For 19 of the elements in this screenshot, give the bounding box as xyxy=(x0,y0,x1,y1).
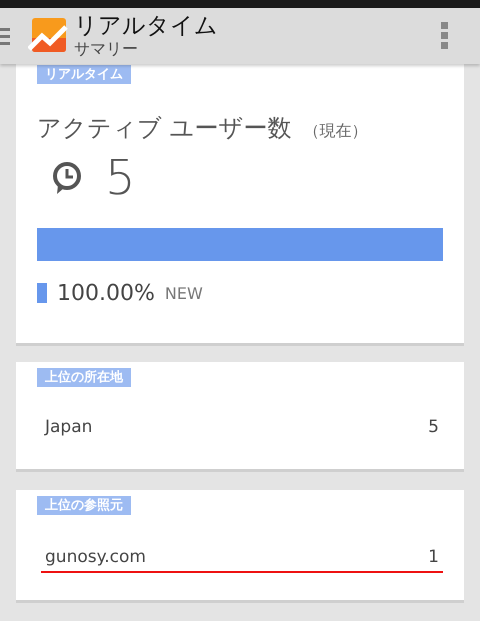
legend-swatch xyxy=(37,283,47,304)
row-value: 1 xyxy=(428,547,439,568)
card-label: 上位の所在地 xyxy=(37,368,131,387)
heading-qualifier: （現在） xyxy=(304,120,368,142)
legend-value: 100.00% xyxy=(57,280,155,306)
card-label: リアルタイム xyxy=(37,64,131,84)
chart-logo-icon[interactable] xyxy=(28,18,68,54)
menu-icon[interactable] xyxy=(0,26,10,46)
row-name: Japan xyxy=(45,416,92,437)
clock-icon xyxy=(51,160,83,195)
card-heading: アクティブ ユーザー数 xyxy=(37,112,292,144)
row-value: 5 xyxy=(428,416,439,437)
screen-title: リアルタイム xyxy=(74,12,219,39)
card-label: 上位の参照元 xyxy=(37,496,131,516)
more-options-icon[interactable] xyxy=(441,22,448,50)
active-user-count: 5 xyxy=(105,150,136,206)
legend-name: NEW xyxy=(164,284,203,303)
screen-subtitle: サマリー xyxy=(74,38,139,59)
row-name: gunosy.com xyxy=(45,547,146,568)
